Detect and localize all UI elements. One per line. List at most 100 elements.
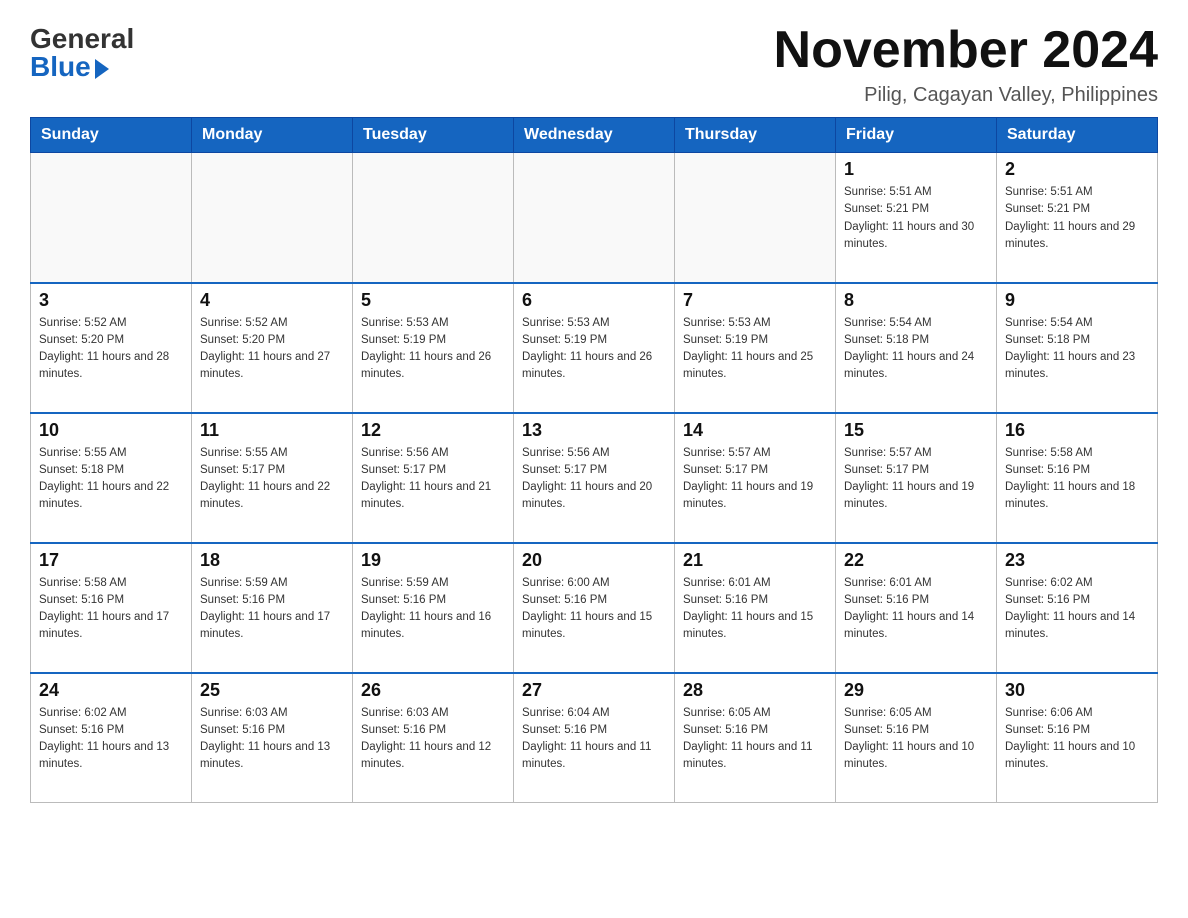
calendar-cell: 9 Sunrise: 5:54 AMSunset: 5:18 PMDaylight… [997,283,1158,413]
calendar-header-row: SundayMondayTuesdayWednesdayThursdayFrid… [31,118,1158,153]
day-number: 12 [361,420,505,441]
day-number: 18 [200,550,344,571]
day-info: Sunrise: 5:58 AMSunset: 5:16 PMDaylight:… [1005,445,1149,514]
day-info: Sunrise: 5:51 AMSunset: 5:21 PMDaylight:… [844,184,988,253]
day-number: 5 [361,290,505,311]
calendar-cell: 2Sunrise: 5:51 AMSunset: 5:21 PMDaylight… [997,153,1158,283]
day-info: Sunrise: 5:57 AMSunset: 5:17 PMDaylight:… [683,445,827,514]
day-number: 27 [522,680,666,701]
day-info: Sunrise: 6:05 AMSunset: 5:16 PMDaylight:… [683,705,827,774]
calendar-week-row: 3 Sunrise: 5:52 AMSunset: 5:20 PMDaylight… [31,283,1158,413]
logo-general-text: General [30,25,134,53]
logo: General Blue [30,20,134,81]
day-info: Sunrise: 6:03 AMSunset: 5:16 PMDaylight:… [361,705,505,774]
calendar-week-row: 24 Sunrise: 6:02 AMSunset: 5:16 PMDayligh… [31,673,1158,803]
calendar-cell: 3 Sunrise: 5:52 AMSunset: 5:20 PMDaylight… [31,283,192,413]
calendar-cell: 27 Sunrise: 6:04 AMSunset: 5:16 PMDayligh… [514,673,675,803]
calendar-week-row: 1Sunrise: 5:51 AMSunset: 5:21 PMDaylight… [31,153,1158,283]
day-number: 21 [683,550,827,571]
calendar-cell [31,153,192,283]
day-info: Sunrise: 5:54 AMSunset: 5:18 PMDaylight:… [1005,315,1149,384]
calendar-cell: 30 Sunrise: 6:06 AMSunset: 5:16 PMDayligh… [997,673,1158,803]
calendar-cell: 17Sunrise: 5:58 AMSunset: 5:16 PMDayligh… [31,543,192,673]
calendar-cell: 29Sunrise: 6:05 AMSunset: 5:16 PMDayligh… [836,673,997,803]
day-number: 15 [844,420,988,441]
day-info: Sunrise: 5:57 AMSunset: 5:17 PMDaylight:… [844,445,988,514]
calendar-cell: 28 Sunrise: 6:05 AMSunset: 5:16 PMDayligh… [675,673,836,803]
location-text: Pilig, Cagayan Valley, Philippines [774,84,1158,107]
day-info: Sunrise: 5:55 AMSunset: 5:18 PMDaylight:… [39,445,183,514]
calendar-header-saturday: Saturday [997,118,1158,153]
calendar-cell: 15 Sunrise: 5:57 AMSunset: 5:17 PMDayligh… [836,413,997,543]
title-section: November 2024 Pilig, Cagayan Valley, Phi… [774,20,1158,107]
day-info: Sunrise: 5:54 AMSunset: 5:18 PMDaylight:… [844,315,988,384]
calendar-header-friday: Friday [836,118,997,153]
day-number: 24 [39,680,183,701]
day-number: 9 [1005,290,1149,311]
calendar-header-monday: Monday [192,118,353,153]
calendar-cell [192,153,353,283]
calendar-week-row: 17Sunrise: 5:58 AMSunset: 5:16 PMDayligh… [31,543,1158,673]
calendar-cell: 14 Sunrise: 5:57 AMSunset: 5:17 PMDayligh… [675,413,836,543]
day-number: 3 [39,290,183,311]
day-info: Sunrise: 5:53 AMSunset: 5:19 PMDaylight:… [683,315,827,384]
day-info: Sunrise: 6:04 AMSunset: 5:16 PMDaylight:… [522,705,666,774]
month-title: November 2024 [774,20,1158,80]
day-info: Sunrise: 5:52 AMSunset: 5:20 PMDaylight:… [39,315,183,384]
day-number: 26 [361,680,505,701]
calendar-cell: 23Sunrise: 6:02 AMSunset: 5:16 PMDayligh… [997,543,1158,673]
day-info: Sunrise: 5:58 AMSunset: 5:16 PMDaylight:… [39,575,183,644]
day-number: 10 [39,420,183,441]
calendar-cell [514,153,675,283]
calendar-cell: 5 Sunrise: 5:53 AMSunset: 5:19 PMDaylight… [353,283,514,413]
calendar-cell: 19Sunrise: 5:59 AMSunset: 5:16 PMDayligh… [353,543,514,673]
calendar-cell: 16 Sunrise: 5:58 AMSunset: 5:16 PMDayligh… [997,413,1158,543]
day-info: Sunrise: 5:55 AMSunset: 5:17 PMDaylight:… [200,445,344,514]
day-info: Sunrise: 6:01 AMSunset: 5:16 PMDaylight:… [683,575,827,644]
calendar-cell: 25 Sunrise: 6:03 AMSunset: 5:16 PMDayligh… [192,673,353,803]
day-info: Sunrise: 6:06 AMSunset: 5:16 PMDaylight:… [1005,705,1149,774]
calendar-cell [353,153,514,283]
day-number: 25 [200,680,344,701]
day-info: Sunrise: 6:02 AMSunset: 5:16 PMDaylight:… [39,705,183,774]
page-header: General Blue November 2024 Pilig, Cagaya… [30,20,1158,107]
calendar-header-tuesday: Tuesday [353,118,514,153]
calendar-cell: 22 Sunrise: 6:01 AMSunset: 5:16 PMDayligh… [836,543,997,673]
day-info: Sunrise: 6:03 AMSunset: 5:16 PMDaylight:… [200,705,344,774]
calendar-cell: 1Sunrise: 5:51 AMSunset: 5:21 PMDaylight… [836,153,997,283]
day-info: Sunrise: 5:59 AMSunset: 5:16 PMDaylight:… [200,575,344,644]
day-info: Sunrise: 5:53 AMSunset: 5:19 PMDaylight:… [522,315,666,384]
calendar-table: SundayMondayTuesdayWednesdayThursdayFrid… [30,117,1158,803]
day-info: Sunrise: 6:00 AMSunset: 5:16 PMDaylight:… [522,575,666,644]
day-info: Sunrise: 5:53 AMSunset: 5:19 PMDaylight:… [361,315,505,384]
calendar-cell: 21 Sunrise: 6:01 AMSunset: 5:16 PMDayligh… [675,543,836,673]
day-number: 20 [522,550,666,571]
day-number: 4 [200,290,344,311]
day-number: 7 [683,290,827,311]
day-info: Sunrise: 5:56 AMSunset: 5:17 PMDaylight:… [361,445,505,514]
day-number: 14 [683,420,827,441]
day-number: 6 [522,290,666,311]
calendar-cell: 13 Sunrise: 5:56 AMSunset: 5:17 PMDayligh… [514,413,675,543]
day-number: 16 [1005,420,1149,441]
calendar-cell: 26 Sunrise: 6:03 AMSunset: 5:16 PMDayligh… [353,673,514,803]
calendar-cell: 6 Sunrise: 5:53 AMSunset: 5:19 PMDaylight… [514,283,675,413]
calendar-cell: 8Sunrise: 5:54 AMSunset: 5:18 PMDaylight… [836,283,997,413]
day-number: 19 [361,550,505,571]
logo-arrow-icon [95,59,109,79]
day-number: 13 [522,420,666,441]
day-number: 28 [683,680,827,701]
day-info: Sunrise: 5:52 AMSunset: 5:20 PMDaylight:… [200,315,344,384]
day-number: 22 [844,550,988,571]
calendar-header-wednesday: Wednesday [514,118,675,153]
calendar-cell: 10 Sunrise: 5:55 AMSunset: 5:18 PMDayligh… [31,413,192,543]
calendar-cell: 24 Sunrise: 6:02 AMSunset: 5:16 PMDayligh… [31,673,192,803]
day-info: Sunrise: 5:56 AMSunset: 5:17 PMDaylight:… [522,445,666,514]
calendar-header-sunday: Sunday [31,118,192,153]
day-info: Sunrise: 6:01 AMSunset: 5:16 PMDaylight:… [844,575,988,644]
calendar-cell: 7 Sunrise: 5:53 AMSunset: 5:19 PMDaylight… [675,283,836,413]
day-info: Sunrise: 6:05 AMSunset: 5:16 PMDaylight:… [844,705,988,774]
day-number: 11 [200,420,344,441]
calendar-cell: 4 Sunrise: 5:52 AMSunset: 5:20 PMDaylight… [192,283,353,413]
day-number: 30 [1005,680,1149,701]
